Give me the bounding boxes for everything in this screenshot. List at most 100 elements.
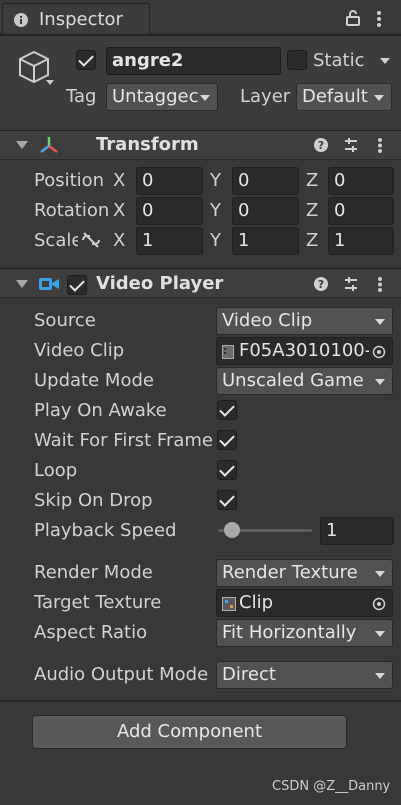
source-value: Video Clip xyxy=(222,310,313,331)
layer-label: Layer xyxy=(240,86,291,107)
update-mode-dropdown[interactable]: Unscaled Game xyxy=(216,367,393,395)
rotation-z-label: Z xyxy=(306,200,319,221)
position-label: Position xyxy=(34,170,105,191)
skip-on-drop-label: Skip On Drop xyxy=(34,490,153,511)
scale-y-label: Y xyxy=(210,230,221,251)
rotation-y-label: Y xyxy=(210,200,221,221)
scale-y-input[interactable]: 1 xyxy=(232,227,299,255)
target-texture-value: Clip xyxy=(239,592,273,613)
audio-output-label: Audio Output Mode xyxy=(34,664,209,685)
video-player-foldout-icon[interactable] xyxy=(16,280,28,288)
video-clip-asset-icon xyxy=(222,345,234,359)
checkmark-icon xyxy=(219,491,235,507)
update-mode-label: Update Mode xyxy=(34,370,154,391)
checkmark-icon xyxy=(219,401,235,417)
scale-x-label: X xyxy=(113,230,126,251)
loop-checkbox[interactable] xyxy=(217,460,237,480)
unlinked-constraint-icon[interactable] xyxy=(80,231,102,249)
chevron-down-icon xyxy=(374,95,384,101)
audio-output-dropdown[interactable]: Direct xyxy=(216,661,393,689)
video-clip-field[interactable]: F05A3010100- xyxy=(216,337,393,365)
chevron-down-icon xyxy=(200,95,210,101)
transform-title: Transform xyxy=(96,134,199,155)
position-x-label: X xyxy=(113,170,126,191)
rotation-x-input[interactable]: 0 xyxy=(136,197,203,225)
video-clip-label: Video Clip xyxy=(34,340,125,361)
video-camera-icon xyxy=(39,278,59,290)
help-icon[interactable]: ? xyxy=(313,137,329,153)
active-checkbox[interactable] xyxy=(76,50,96,70)
target-texture-field[interactable]: Clip xyxy=(216,589,393,617)
lock-icon[interactable] xyxy=(346,10,360,26)
position-y-input[interactable]: 0 xyxy=(232,167,299,195)
playback-speed-label: Playback Speed xyxy=(34,520,177,541)
chevron-down-icon xyxy=(375,571,385,577)
static-dropdown-arrow-icon[interactable] xyxy=(380,58,390,64)
inspector-tab-title: Inspector xyxy=(39,9,123,30)
render-mode-value: Render Texture xyxy=(222,562,358,583)
preset-icon[interactable] xyxy=(343,276,359,292)
rotation-z-input[interactable]: 0 xyxy=(328,197,394,225)
loop-label: Loop xyxy=(34,460,78,481)
checkmark-icon xyxy=(219,461,235,477)
skip-on-drop-checkbox[interactable] xyxy=(217,490,237,510)
tag-value: Untaggec xyxy=(112,86,199,107)
component-divider xyxy=(0,700,401,702)
playback-speed-slider-thumb[interactable] xyxy=(224,522,240,538)
kebab-menu-icon[interactable] xyxy=(376,10,382,28)
help-icon[interactable]: ? xyxy=(313,276,329,292)
scale-label: Scale xyxy=(34,230,78,251)
position-x-input[interactable]: 0 xyxy=(136,167,203,195)
aspect-ratio-dropdown[interactable]: Fit Horizontally xyxy=(216,619,393,647)
watermark: CSDN @Z__Danny xyxy=(272,779,391,794)
aspect-ratio-label: Aspect Ratio xyxy=(34,622,148,643)
rotation-y-input[interactable]: 0 xyxy=(232,197,299,225)
static-checkbox[interactable] xyxy=(287,50,307,70)
position-z-label: Z xyxy=(306,170,319,191)
chevron-down-icon xyxy=(375,379,385,385)
wait-first-frame-checkbox[interactable] xyxy=(217,430,237,450)
video-clip-value: F05A3010100- xyxy=(239,340,369,361)
checkmark-icon xyxy=(78,51,94,67)
component-menu-icon[interactable] xyxy=(377,137,383,154)
rotation-label: Rotation xyxy=(34,200,110,221)
icon-dropdown-arrow-icon[interactable] xyxy=(46,80,54,85)
chevron-down-icon xyxy=(375,631,385,637)
gameobject-name-input[interactable]: angre2 xyxy=(106,47,281,75)
svg-text:?: ? xyxy=(318,139,324,152)
layer-value: Default xyxy=(302,86,368,107)
add-component-button[interactable]: Add Component xyxy=(32,715,347,749)
scale-x-input[interactable]: 1 xyxy=(136,227,203,255)
render-mode-dropdown[interactable]: Render Texture xyxy=(216,559,393,587)
update-mode-value: Unscaled Game xyxy=(222,370,364,391)
render-mode-label: Render Mode xyxy=(34,562,153,583)
video-player-enabled-checkbox[interactable] xyxy=(67,275,87,295)
transform-foldout-icon[interactable] xyxy=(16,141,28,149)
position-z-input[interactable]: 0 xyxy=(328,167,394,195)
preset-icon[interactable] xyxy=(343,137,359,153)
target-texture-label: Target Texture xyxy=(34,592,162,613)
source-dropdown[interactable]: Video Clip xyxy=(216,307,393,335)
chevron-down-icon xyxy=(375,319,385,325)
component-menu-icon[interactable] xyxy=(377,276,383,293)
object-picker-icon[interactable] xyxy=(372,345,386,359)
tag-dropdown[interactable]: Untaggec xyxy=(106,83,218,111)
audio-output-value: Direct xyxy=(222,664,276,685)
source-label: Source xyxy=(34,310,96,331)
inspector-tab[interactable]: Inspector xyxy=(2,3,150,35)
playback-speed-input[interactable]: 1 xyxy=(320,517,394,545)
tag-label: Tag xyxy=(66,86,97,107)
svg-text:?: ? xyxy=(318,278,324,291)
info-icon xyxy=(14,13,28,27)
transform-header[interactable] xyxy=(0,130,401,160)
wait-first-frame-label: Wait For First Frame xyxy=(34,430,213,451)
scale-z-input[interactable]: 1 xyxy=(328,227,394,255)
object-picker-icon[interactable] xyxy=(372,597,386,611)
layer-dropdown[interactable]: Default xyxy=(296,83,392,111)
play-on-awake-checkbox[interactable] xyxy=(217,400,237,420)
render-texture-icon xyxy=(222,597,236,611)
play-on-awake-label: Play On Awake xyxy=(34,400,167,421)
position-y-label: Y xyxy=(210,170,221,191)
transform-axes-icon xyxy=(40,137,58,153)
aspect-ratio-value: Fit Horizontally xyxy=(222,622,357,643)
